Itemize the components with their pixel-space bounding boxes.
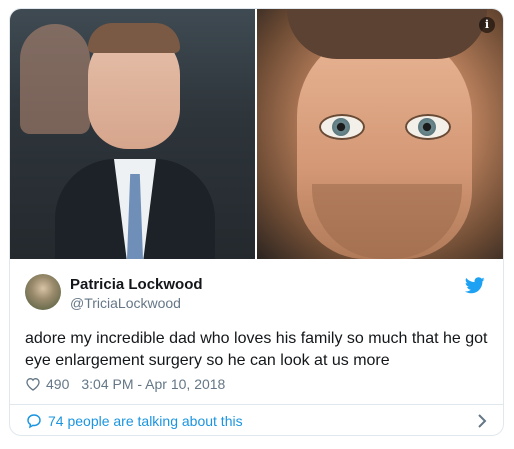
tweet-timestamp[interactable]: 3:04 PM - Apr 10, 2018	[81, 376, 225, 392]
author-display-name[interactable]: Patricia Lockwood	[70, 276, 203, 293]
like-count[interactable]: 490	[46, 376, 69, 392]
photo-right[interactable]: i	[257, 9, 503, 259]
photo-eye-left	[319, 114, 365, 140]
photo-hair	[88, 23, 180, 53]
chevron-right-icon[interactable]	[477, 413, 487, 429]
twitter-bird-icon[interactable]	[465, 277, 485, 294]
photo-background-person	[20, 24, 90, 134]
info-icon[interactable]: i	[479, 17, 495, 33]
tweet-media[interactable]: i	[10, 9, 503, 259]
tweet-embed-card[interactable]: i Patricia Lockwood @TriciaLockwood ador…	[9, 8, 504, 436]
photo-left[interactable]	[10, 9, 255, 259]
photo-eye-right	[405, 114, 451, 140]
avatar[interactable]	[25, 274, 61, 310]
tweet-meta: 490 3:04 PM - Apr 10, 2018	[25, 376, 225, 392]
tweet-text: adore my incredible dad who loves his fa…	[25, 330, 488, 369]
author-handle[interactable]: @TriciaLockwood	[70, 295, 181, 311]
conversation-link[interactable]: 74 people are talking about this	[10, 405, 503, 435]
speech-bubble-icon	[27, 414, 41, 429]
photo-hair	[287, 9, 487, 59]
conversation-label[interactable]: 74 people are talking about this	[48, 413, 243, 429]
heart-icon[interactable]	[25, 377, 41, 391]
